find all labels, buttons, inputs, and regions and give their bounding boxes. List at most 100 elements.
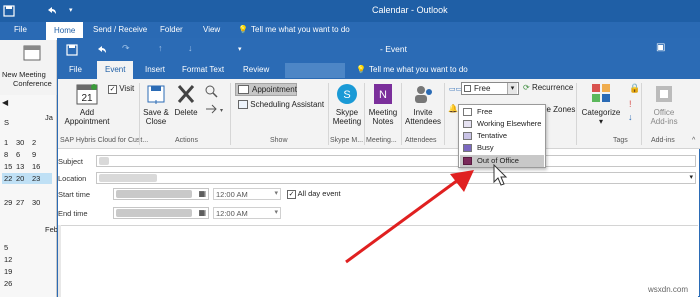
visit-checkbox[interactable]: ✓ Visit (108, 84, 134, 94)
delete-button[interactable]: Delete (172, 82, 200, 117)
calendar-day[interactable]: 19 (4, 267, 12, 276)
forward-more-icon[interactable]: ▾ (204, 103, 224, 115)
collapse-ribbon-icon[interactable]: ^ (692, 137, 695, 144)
tab-review[interactable]: Review (243, 65, 269, 74)
chevron-down-icon[interactable]: ▾ (689, 173, 693, 181)
low-importance-icon[interactable]: ↓ (628, 112, 633, 122)
down-icon[interactable]: ↓ (188, 43, 193, 53)
tab-insert[interactable]: Insert (145, 65, 165, 74)
redacted-text (116, 209, 192, 217)
ribbon-separator (139, 83, 140, 145)
calendar-day[interactable]: 30 (16, 138, 24, 147)
private-lock-icon[interactable]: 🔒 (629, 83, 640, 94)
show-as-dropdown[interactable]: Free Working Elsewhere Tentative Busy Ou… (458, 104, 546, 168)
up-icon[interactable]: ↑ (158, 43, 163, 53)
svg-text:21: 21 (81, 93, 93, 104)
svg-text:▾: ▾ (220, 108, 223, 114)
qat-dropdown-icon[interactable]: ▾ (238, 45, 242, 53)
skype-icon: S (337, 84, 357, 104)
start-date-input[interactable]: ▦ (113, 188, 209, 200)
calendar-day[interactable]: 29 (4, 198, 12, 207)
save-close-icon (147, 85, 165, 104)
calendar-day[interactable]: 26 (4, 279, 12, 288)
show-as-option-working-elsewhere[interactable]: Working Elsewhere (460, 118, 544, 130)
show-as-option-free[interactable]: Free (460, 106, 544, 118)
tab-send-receive[interactable]: Send / Receive (93, 25, 147, 34)
tab-file[interactable]: File (69, 65, 82, 74)
tab-format-text[interactable]: Format Text (182, 65, 224, 74)
checkbox-check-icon: ✓ (287, 190, 296, 199)
redo-icon[interactable]: ↷ (122, 43, 130, 54)
calendar-picker-icon[interactable]: ▦ (198, 208, 206, 217)
recurrence-button[interactable]: ⟳ Recurrence (523, 83, 573, 92)
scheduling-assistant-button[interactable]: Scheduling Assistant (238, 100, 324, 110)
skype-group-label: Skype M... (330, 137, 364, 144)
time-zones-button[interactable]: ne Zones (542, 105, 575, 114)
scheduling-icon (238, 100, 248, 110)
save-icon[interactable] (3, 5, 15, 17)
calendar-day[interactable]: 5 (4, 243, 8, 252)
categorize-button[interactable]: Categorize ▾ (580, 82, 622, 126)
save-close-button[interactable]: Save & Close (142, 82, 170, 126)
lightbulb-icon: 💡 (238, 25, 248, 34)
calendar-titlebar: ▾ Calendar - Outlook (0, 0, 700, 22)
subject-input[interactable] (96, 155, 696, 167)
tell-me-search[interactable]: Tell me what you want to do (369, 65, 468, 74)
chevron-down-icon[interactable]: ▾ (274, 208, 278, 216)
redacted-text (116, 190, 192, 198)
tab-view[interactable]: View (203, 25, 220, 34)
ribbon-display-icon[interactable]: ▣ (656, 42, 665, 53)
redacted-tab (285, 63, 345, 78)
sap-group-label: SAP Hybris Cloud for Cust... (60, 137, 149, 144)
show-as-select[interactable]: Free ▾ (461, 82, 519, 95)
calendar-day[interactable]: 1 (4, 138, 8, 147)
calendar-day[interactable]: 30 (32, 198, 40, 207)
chevron-down-icon[interactable]: ▾ (507, 83, 517, 94)
high-importance-icon[interactable]: ! (629, 99, 632, 109)
skype-meeting-button[interactable]: S Skype Meeting (330, 82, 364, 126)
calendar-day[interactable]: 12 (4, 255, 12, 264)
calendar-day[interactable]: 15 (4, 162, 12, 171)
nav-left-icon[interactable]: ◀ (2, 98, 8, 107)
addins-group-label: Add-ins (651, 137, 675, 144)
show-as-option-busy[interactable]: Busy (460, 142, 544, 154)
calendar-day[interactable]: 9 (32, 150, 36, 159)
tab-folder[interactable]: Folder (160, 25, 183, 34)
tell-me-search[interactable]: Tell me what you want to do (251, 25, 350, 34)
calendar-day[interactable]: 8 (4, 150, 8, 159)
working-elsewhere-swatch (463, 120, 472, 128)
svg-text:S: S (343, 89, 350, 101)
all-day-checkbox[interactable]: ✓ All day event (287, 189, 341, 199)
end-hour-select[interactable]: 12:00 AM ▾ (213, 207, 281, 219)
office-addins-button[interactable]: Office Add-ins (644, 82, 684, 126)
calendar-day[interactable]: 23 (32, 174, 40, 183)
invite-attendees-button[interactable]: Invite Attendees (403, 82, 443, 126)
calendar-picker-icon[interactable]: ▦ (198, 189, 206, 198)
save-icon[interactable] (66, 44, 78, 56)
body-left-border (58, 225, 61, 297)
forward-icon[interactable] (204, 84, 218, 98)
qat-dropdown-icon[interactable]: ▾ (69, 6, 73, 14)
chevron-down-icon[interactable]: ▾ (274, 189, 278, 197)
tab-file[interactable]: File (14, 25, 27, 34)
invite-attendees-icon (415, 86, 432, 103)
meeting-notes-button[interactable]: N Meeting Notes (365, 82, 401, 126)
show-as-option-tentative[interactable]: Tentative (460, 130, 544, 142)
end-date-input[interactable]: ▦ (113, 207, 209, 219)
calendar-day[interactable]: 13 (16, 162, 24, 171)
new-meeting-button[interactable]: New Meeting Conference (2, 70, 58, 88)
add-appointment-button[interactable]: 21 Add Appointment (64, 82, 110, 126)
mouse-cursor-icon (493, 164, 508, 186)
start-hour-select[interactable]: 12:00 AM ▾ (213, 188, 281, 200)
calendar-day[interactable]: 22 (4, 174, 12, 183)
calendar-day[interactable]: 6 (16, 150, 20, 159)
calendar-day[interactable]: 20 (16, 174, 24, 183)
tab-event[interactable]: Event (97, 61, 134, 79)
calendar-day[interactable]: 2 (32, 138, 36, 147)
month-label: Ja (45, 113, 53, 122)
undo-icon[interactable] (95, 44, 107, 56)
calendar-day[interactable]: 16 (32, 162, 40, 171)
undo-icon[interactable] (45, 5, 57, 17)
categorize-icon (592, 84, 610, 102)
calendar-day[interactable]: 27 (16, 198, 24, 207)
